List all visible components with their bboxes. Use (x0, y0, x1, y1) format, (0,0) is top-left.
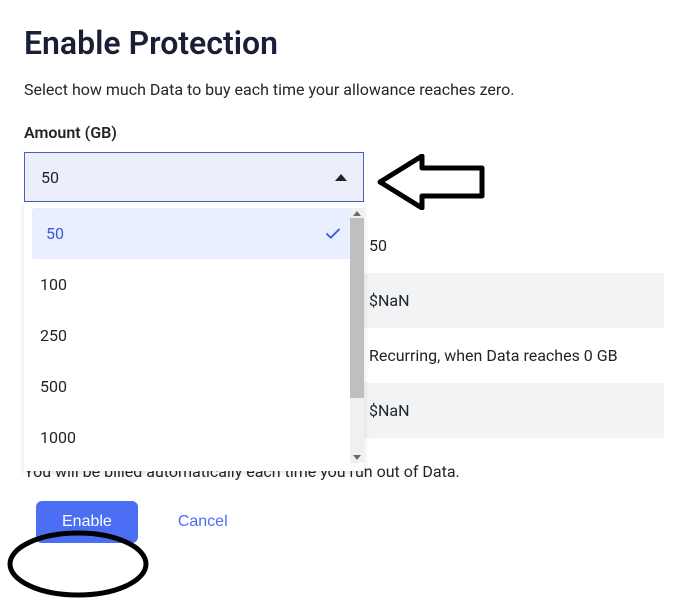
scrollbar-thumb[interactable] (350, 218, 364, 398)
enable-button[interactable]: Enable (36, 501, 138, 543)
dropdown-option-100[interactable]: 100 (24, 259, 364, 310)
scroll-up-icon (353, 211, 361, 216)
check-icon (324, 225, 342, 243)
cancel-button[interactable]: Cancel (178, 513, 228, 531)
dropdown-option-250[interactable]: 250 (24, 310, 364, 361)
scrollbar-track[interactable] (350, 208, 364, 463)
option-label: 50 (46, 224, 64, 243)
option-label: 1000 (40, 428, 76, 447)
description-text: Select how much Data to buy each time yo… (24, 80, 664, 99)
amount-select-value: 50 (41, 168, 59, 187)
option-label: 100 (40, 275, 67, 294)
scroll-down-icon (353, 455, 361, 460)
dropdown-option-1000[interactable]: 1000 (24, 412, 364, 463)
amount-select[interactable]: 50 (24, 152, 364, 202)
caret-up-icon (335, 174, 347, 181)
dropdown-option-50[interactable]: 50 (32, 208, 356, 259)
amount-label: Amount (GB) (24, 123, 664, 142)
dropdown-option-500[interactable]: 500 (24, 361, 364, 412)
option-label: 250 (40, 326, 67, 345)
amount-dropdown: 50 100 250 500 1000 (24, 202, 364, 471)
annotation-arrow-icon (376, 154, 486, 210)
option-label: 500 (40, 377, 67, 396)
page-title: Enable Protection (24, 24, 664, 62)
